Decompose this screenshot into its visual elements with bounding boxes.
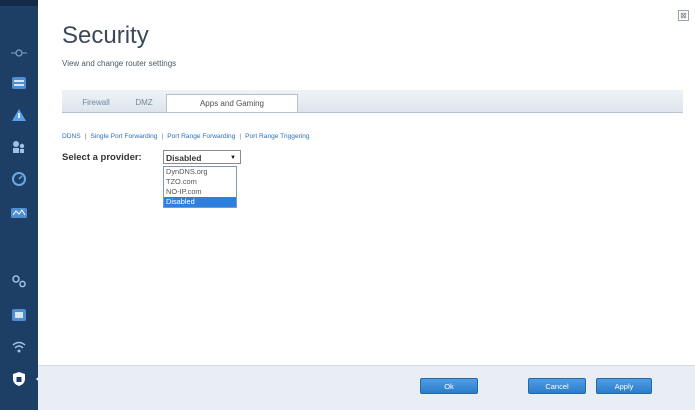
- provider-dropdown-list: DynDNS.org TZO.com NO-IP.com Disabled: [163, 166, 237, 208]
- sidebar-item-device-list[interactable]: [6, 72, 32, 94]
- subnav-single-port-forwarding[interactable]: Single Port Forwarding: [90, 133, 157, 140]
- network-map-icon: [11, 47, 27, 59]
- sidebar-top-strip: [0, 0, 38, 6]
- subnav-separator: |: [84, 133, 87, 140]
- cancel-button[interactable]: Cancel: [528, 378, 586, 394]
- provider-selected-value: Disabled: [166, 153, 202, 163]
- subnav-separator: |: [239, 133, 242, 140]
- tab-firewall[interactable]: Firewall: [70, 94, 122, 111]
- subnav-links: DDNS | Single Port Forwarding | Port Range F…: [62, 133, 310, 140]
- router-settings-window: ⊠ Security View and change router settin…: [0, 0, 695, 410]
- subnav-port-range-triggering[interactable]: Port Range Triggering: [245, 133, 310, 140]
- close-icon[interactable]: ⊠: [678, 10, 689, 21]
- chevron-down-icon: ▼: [230, 155, 236, 161]
- sidebar-item-network-map[interactable]: [6, 42, 32, 64]
- provider-label: Select a provider:: [62, 152, 142, 163]
- provider-option-tzo[interactable]: TZO.com: [164, 177, 236, 187]
- subnav-port-range-forwarding[interactable]: Port Range Forwarding: [167, 133, 235, 140]
- sidebar-item-speed-test[interactable]: [6, 168, 32, 190]
- ok-button[interactable]: Ok: [420, 378, 478, 394]
- tab-apps-and-gaming[interactable]: Apps and Gaming: [166, 94, 298, 112]
- connectivity-icon: [11, 308, 27, 322]
- subnav-ddns[interactable]: DDNS: [62, 133, 81, 140]
- provider-option-disabled[interactable]: Disabled: [164, 197, 236, 207]
- sidebar-nav: [0, 0, 42, 410]
- sidebar-item-parental-controls[interactable]: [6, 136, 32, 158]
- sidebar-item-wireless[interactable]: [6, 336, 32, 358]
- sidebar-item-connectivity[interactable]: [6, 304, 32, 326]
- sidebar-item-media-prioritization[interactable]: [6, 202, 32, 224]
- wireless-icon: [11, 339, 27, 355]
- speed-test-icon: [11, 171, 27, 187]
- media-prioritization-icon: [11, 207, 27, 219]
- page-subtitle: View and change router settings: [62, 59, 177, 68]
- parental-controls-icon: [11, 140, 27, 154]
- alert-icon: [11, 108, 27, 122]
- sidebar-item-security[interactable]: [6, 368, 42, 390]
- page-title: Security: [62, 22, 149, 49]
- provider-select[interactable]: Disabled ▼: [163, 150, 241, 164]
- sidebar-item-alerts[interactable]: [6, 104, 32, 126]
- main-panel: ⊠ Security View and change router settin…: [38, 0, 695, 410]
- subnav-separator: |: [161, 133, 164, 140]
- security-icon: [12, 371, 26, 387]
- provider-option-dyndns[interactable]: DynDNS.org: [164, 167, 236, 177]
- settings-icon: [11, 273, 27, 289]
- device-list-icon: [11, 76, 27, 90]
- apply-button[interactable]: Apply: [596, 378, 652, 394]
- sidebar-item-settings[interactable]: [6, 270, 32, 292]
- provider-option-noip[interactable]: NO-IP.com: [164, 187, 236, 197]
- tab-bar: Firewall DMZ Apps and Gaming: [62, 90, 683, 113]
- tab-dmz[interactable]: DMZ: [124, 94, 164, 111]
- footer-bar: Ok Cancel Apply: [38, 365, 695, 410]
